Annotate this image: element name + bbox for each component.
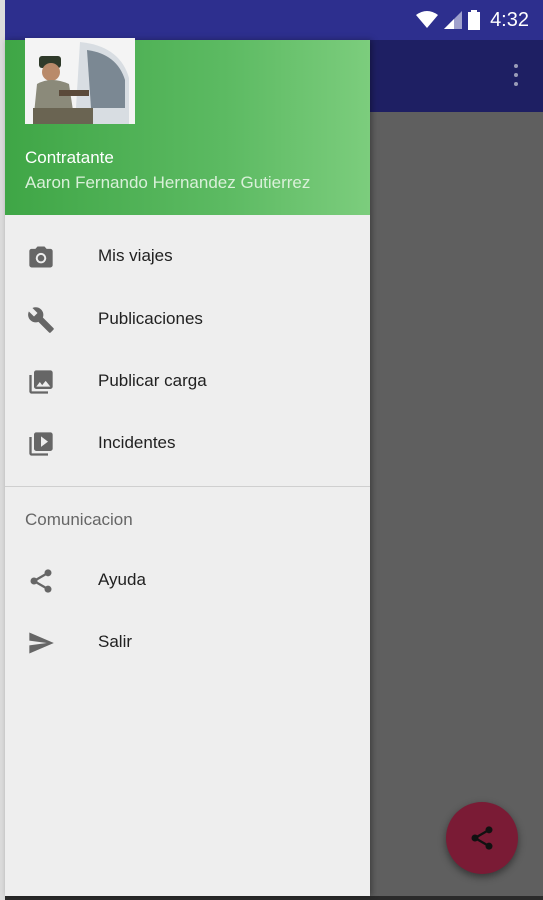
- video-library-icon: [29, 432, 53, 456]
- account-type-label: Contratante: [25, 148, 114, 167]
- wrench-icon: [28, 307, 54, 333]
- nav-item-salir[interactable]: Salir: [5, 612, 370, 674]
- share-fab-button[interactable]: [446, 802, 518, 874]
- nav-item-label: Ayuda: [98, 570, 146, 589]
- more-vert-icon[interactable]: [511, 64, 521, 90]
- driver-photo: [25, 38, 135, 124]
- nav-item-label: Publicar carga: [98, 371, 207, 390]
- user-name: Aaron Fernando Hernandez Gutierrez: [25, 173, 311, 192]
- nav-item-label: Publicaciones: [98, 309, 203, 328]
- nav-item-label: Salir: [98, 632, 133, 651]
- drawer-header: Contratante Aaron Fernando Hernandez Gut…: [5, 38, 370, 215]
- nav-item-label: Incidentes: [98, 433, 176, 452]
- avatar[interactable]: [25, 38, 135, 124]
- nav-item-mis-viajes[interactable]: Mis viajes: [5, 226, 370, 288]
- nav-item-incidentes[interactable]: Incidentes: [5, 413, 370, 475]
- nav-item-publicaciones[interactable]: Publicaciones: [5, 289, 370, 351]
- bottom-edge: [5, 896, 543, 900]
- battery-icon: [468, 10, 481, 30]
- camera-icon: [29, 246, 53, 268]
- share-icon: [471, 826, 493, 850]
- wifi-icon: [416, 11, 439, 28]
- nav-item-publicar-carga[interactable]: Publicar carga: [5, 351, 370, 413]
- share-icon: [30, 569, 52, 593]
- navigation-drawer: Contratante Aaron Fernando Hernandez Gut…: [5, 38, 370, 896]
- nav-item-label: Mis viajes: [98, 246, 173, 265]
- status-bar: 4:32: [5, 0, 543, 40]
- drawer-divider: [5, 486, 370, 487]
- nav-item-ayuda[interactable]: Ayuda: [5, 550, 370, 612]
- status-time: 4:32: [490, 8, 529, 31]
- status-icons: 4:32: [416, 8, 529, 32]
- signal-icon: [444, 11, 463, 29]
- section-title: Comunicacion: [25, 510, 133, 529]
- photo-library-icon: [29, 370, 53, 394]
- send-icon: [29, 632, 54, 654]
